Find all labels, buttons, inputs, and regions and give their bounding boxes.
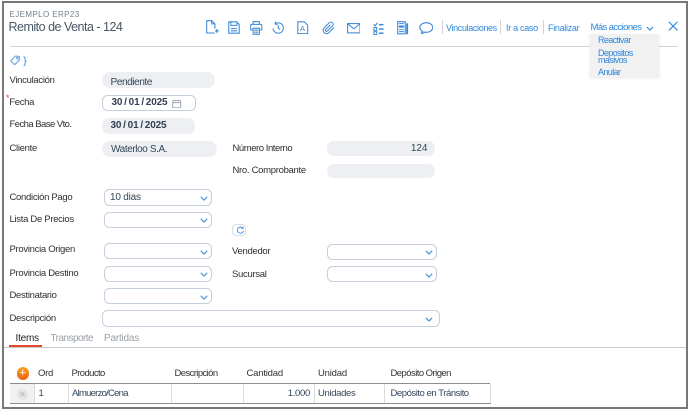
svg-text:A: A — [300, 24, 305, 33]
